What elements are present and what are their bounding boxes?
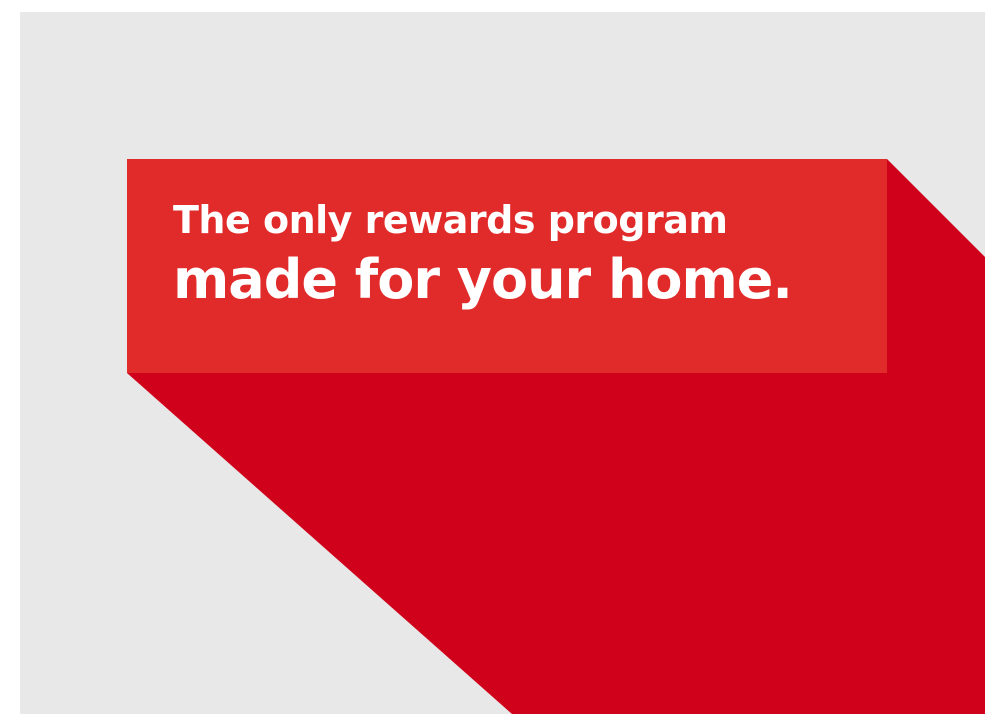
headline-banner: The only rewards program made for your h… [127,159,887,373]
headline-line-2: made for your home. [173,248,793,311]
headline-line-1: The only rewards program [173,198,728,242]
promo-frame: The only rewards program made for your h… [20,12,985,714]
